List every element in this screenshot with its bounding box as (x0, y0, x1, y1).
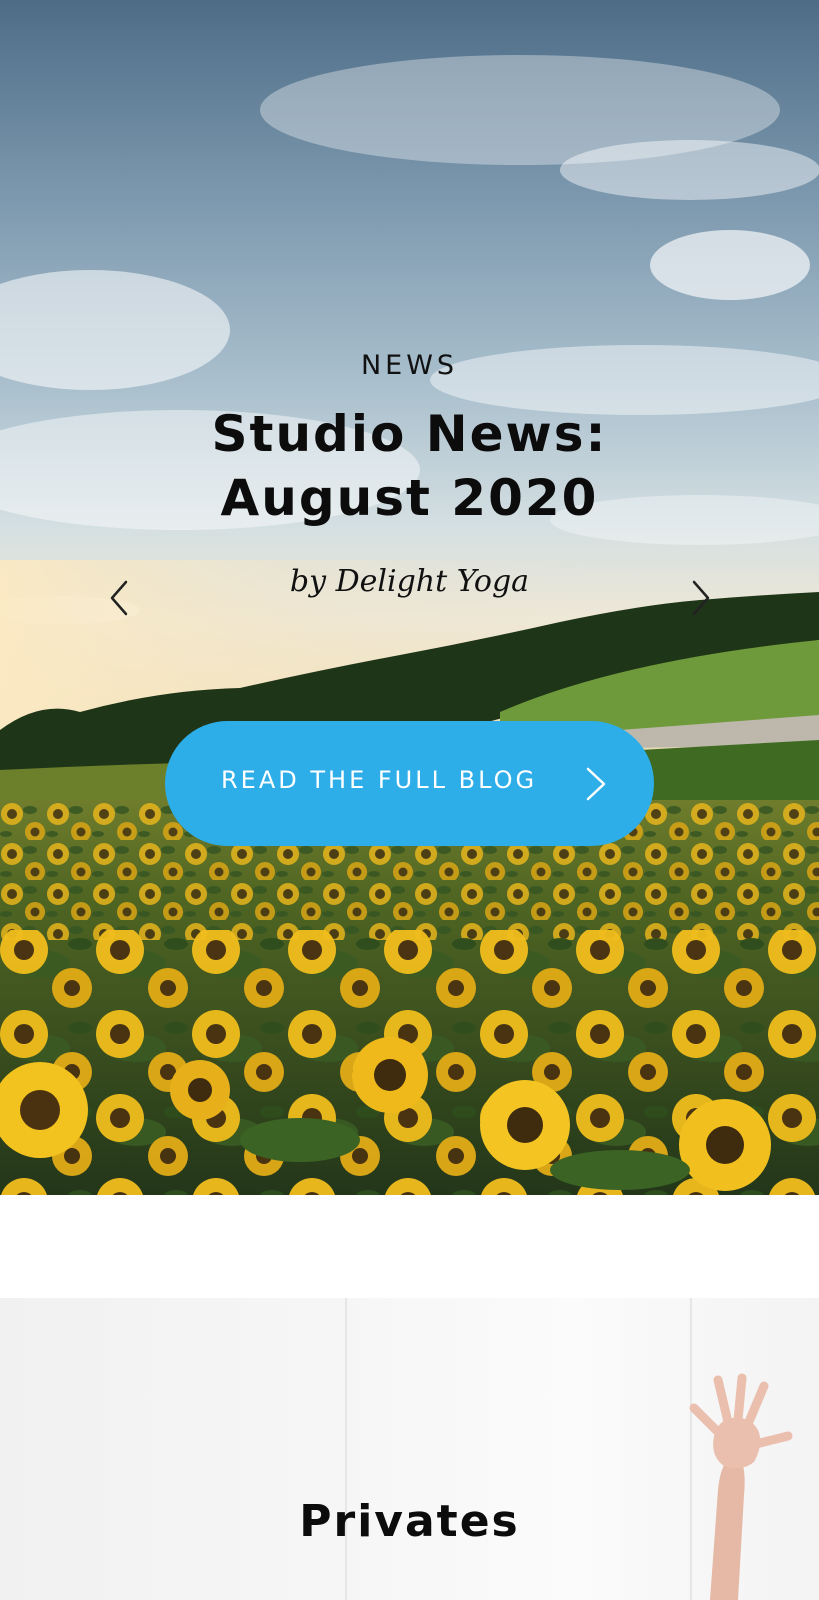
privates-title[interactable]: Privates (0, 1496, 819, 1547)
chevron-right-icon (692, 580, 710, 616)
hero-content: NEWS Studio News: August 2020 by Delight… (0, 0, 819, 1195)
chevron-right-icon (586, 767, 606, 801)
post-category[interactable]: NEWS (0, 350, 819, 381)
raised-hand-image (689, 1373, 793, 1600)
post-title[interactable]: Studio News: August 2020 (60, 402, 759, 530)
carousel-prev-button[interactable] (100, 576, 140, 620)
post-title-line-1[interactable]: Studio News: (60, 402, 759, 466)
carousel-next-button[interactable] (680, 576, 720, 620)
read-full-blog-button[interactable]: READ THE FULL BLOG (165, 721, 654, 846)
background-curtain (345, 1298, 347, 1600)
chevron-left-icon (110, 580, 128, 616)
read-full-blog-label: READ THE FULL BLOG (221, 766, 538, 794)
privates-section[interactable]: Privates (0, 1298, 819, 1600)
hero-banner: NEWS Studio News: August 2020 by Delight… (0, 0, 819, 1195)
post-title-line-2[interactable]: August 2020 (60, 466, 759, 530)
